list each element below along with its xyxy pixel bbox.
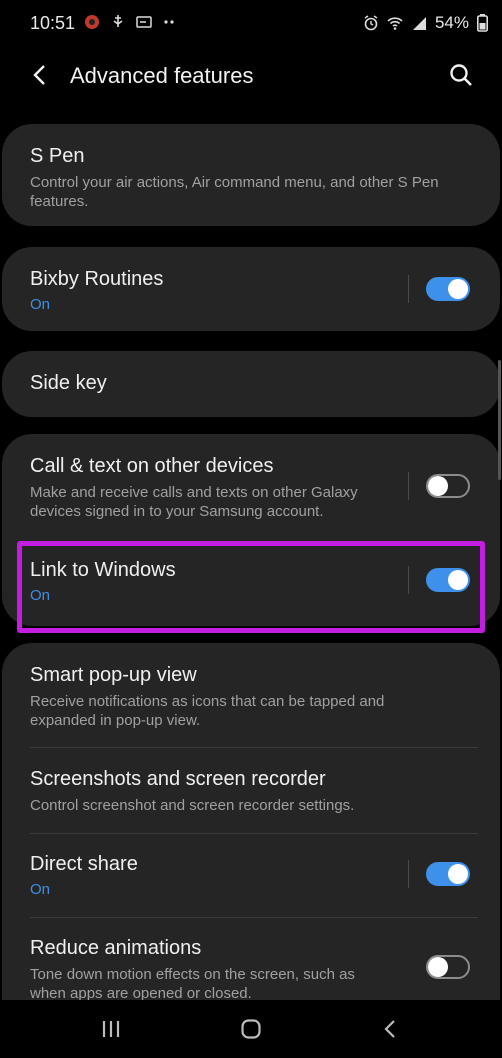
side-key-item[interactable]: Side key bbox=[2, 351, 500, 417]
call-text-subtitle: Make and receive calls and texts on othe… bbox=[30, 484, 358, 520]
toggle-knob bbox=[428, 476, 448, 496]
toggle-knob bbox=[448, 279, 468, 299]
bixby-routines-title: Bixby Routines bbox=[30, 268, 164, 290]
s-pen-title: S Pen bbox=[30, 145, 85, 167]
battery-icon bbox=[477, 14, 488, 32]
app-header: Advanced features bbox=[0, 48, 502, 108]
bixby-routines-toggle[interactable] bbox=[426, 277, 470, 301]
usb-icon bbox=[113, 15, 123, 27]
highlight-box bbox=[17, 541, 485, 633]
direct-share-toggle[interactable] bbox=[426, 862, 470, 886]
divider bbox=[408, 472, 409, 500]
system-icons: 54% bbox=[363, 13, 488, 33]
divider bbox=[408, 860, 409, 888]
wifi-icon bbox=[387, 17, 403, 30]
side-key-title: Side key bbox=[30, 372, 107, 394]
page-title: Advanced features bbox=[70, 63, 254, 88]
divider bbox=[408, 275, 409, 303]
screenshots-title: Screenshots and screen recorder bbox=[30, 768, 326, 790]
more-notifications-icon bbox=[164, 20, 174, 24]
reduce-animations-toggle[interactable] bbox=[426, 955, 470, 979]
call-text-item[interactable]: Call & text on other devices Make and re… bbox=[2, 434, 500, 536]
reduce-animations-subtitle: Tone down motion effects on the screen, … bbox=[30, 966, 355, 1002]
direct-share-item[interactable]: Direct share On bbox=[2, 834, 500, 918]
smart-popup-subtitle: Receive notifications as icons that can … bbox=[30, 693, 385, 729]
smart-popup-item[interactable]: Smart pop-up view Receive notifications … bbox=[2, 643, 500, 747]
status-time: 10:51 bbox=[30, 13, 76, 33]
s-pen-card: S Pen Control your air actions, Air comm… bbox=[2, 124, 500, 226]
navigation-bar bbox=[0, 1000, 502, 1058]
bixby-routines-status: On bbox=[30, 296, 51, 313]
side-key-card: Side key bbox=[2, 351, 500, 417]
recent-apps-icon[interactable] bbox=[98, 1016, 124, 1042]
back-icon[interactable] bbox=[378, 1016, 404, 1042]
screenshots-subtitle: Control screenshot and screen recorder s… bbox=[30, 797, 355, 814]
s-pen-subtitle: Control your air actions, Air command me… bbox=[30, 174, 439, 210]
call-text-toggle[interactable] bbox=[426, 474, 470, 498]
smart-popup-title: Smart pop-up view bbox=[30, 664, 197, 686]
battery-percentage: 54% bbox=[434, 13, 469, 32]
notification-icons bbox=[84, 14, 178, 30]
features-card: Smart pop-up view Receive notifications … bbox=[2, 643, 500, 1058]
screenshots-item[interactable]: Screenshots and screen recorder Control … bbox=[2, 748, 500, 834]
call-text-title: Call & text on other devices bbox=[30, 455, 274, 477]
search-icon[interactable] bbox=[448, 62, 474, 88]
reduce-animations-title: Reduce animations bbox=[30, 937, 202, 959]
bixby-routines-item[interactable]: Bixby Routines On bbox=[2, 247, 500, 331]
toggle-knob bbox=[428, 957, 448, 977]
home-icon[interactable] bbox=[238, 1016, 264, 1042]
signal-icon bbox=[412, 17, 426, 30]
scrollbar[interactable] bbox=[498, 360, 501, 480]
direct-share-title: Direct share bbox=[30, 853, 138, 875]
app-notification-icon bbox=[85, 15, 99, 29]
status-bar: 10:51 54% bbox=[0, 0, 502, 48]
back-arrow-icon[interactable] bbox=[28, 62, 54, 88]
s-pen-item[interactable]: S Pen Control your air actions, Air comm… bbox=[2, 124, 500, 226]
direct-share-status: On bbox=[30, 881, 51, 898]
toggle-knob bbox=[448, 864, 468, 884]
bixby-routines-card: Bixby Routines On bbox=[2, 247, 500, 331]
screen-cast-icon bbox=[136, 16, 152, 28]
alarm-icon bbox=[364, 15, 378, 31]
